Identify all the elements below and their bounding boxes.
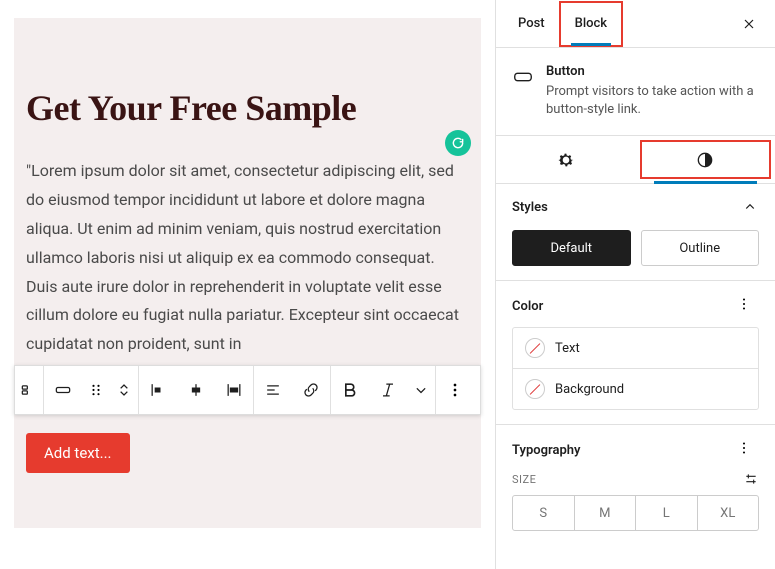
close-sidebar-icon[interactable] (731, 6, 767, 42)
style-default-button[interactable]: Default (512, 230, 631, 266)
panel-color-title: Color (512, 299, 543, 314)
subtab-settings[interactable] (496, 136, 636, 183)
size-xl[interactable]: XL (697, 496, 759, 530)
subtab-styles[interactable] (636, 136, 775, 183)
block-description-text: Prompt visitors to take action with a bu… (546, 83, 759, 119)
size-button-group: S M L XL (512, 495, 759, 531)
block-subtabs (496, 136, 775, 184)
block-toolbar (14, 365, 481, 415)
post-heading[interactable]: Get Your Free Sample (26, 88, 469, 129)
size-l[interactable]: L (635, 496, 697, 530)
sidebar-tabs: Post Block (496, 0, 775, 48)
bold-icon[interactable] (331, 366, 369, 414)
post-paragraph[interactable]: "Lorem ipsum dolor sit amet, consectetur… (26, 157, 469, 359)
button-block[interactable]: Add text... (26, 433, 130, 473)
move-arrows-icon[interactable] (110, 366, 138, 414)
size-m[interactable]: M (574, 496, 636, 530)
typography-options-icon[interactable] (735, 439, 759, 461)
align-left-icon[interactable] (139, 366, 177, 414)
grammarly-icon[interactable] (445, 130, 471, 156)
background-color-swatch (525, 379, 545, 399)
size-s[interactable]: S (513, 496, 574, 530)
editor-canvas-wrapper: Get Your Free Sample "Lorem ipsum dolor … (0, 0, 495, 569)
color-text-row[interactable]: Text (513, 328, 758, 368)
panel-styles-title: Styles (512, 200, 548, 215)
tab-post[interactable]: Post (504, 1, 559, 47)
settings-sidebar: Post Block Button Prompt visitors to tak… (495, 0, 775, 569)
link-icon[interactable] (292, 366, 330, 414)
block-type-icon[interactable] (44, 366, 82, 414)
panel-styles: Styles Default Outline (496, 184, 775, 281)
align-full-icon[interactable] (215, 366, 253, 414)
block-name: Button (546, 64, 759, 79)
panel-styles-toggle[interactable]: Styles (512, 198, 759, 216)
italic-icon[interactable] (369, 366, 407, 414)
tab-block[interactable]: Block (559, 1, 623, 47)
options-icon[interactable] (436, 366, 474, 414)
text-color-swatch (525, 338, 545, 358)
contrast-icon (695, 150, 715, 170)
style-outline-button[interactable]: Outline (641, 230, 760, 266)
align-center-icon[interactable] (177, 366, 215, 414)
parent-block-handle[interactable] (15, 366, 43, 414)
panel-typography-title: Typography (512, 443, 581, 458)
panel-typography: Typography SIZE S M L XL (496, 425, 775, 545)
drag-handle-icon[interactable] (82, 366, 110, 414)
text-align-icon[interactable] (254, 366, 292, 414)
chevron-up-icon (741, 198, 759, 216)
gear-icon (556, 150, 576, 170)
color-text-label: Text (555, 341, 580, 356)
button-block-icon (512, 66, 534, 88)
size-label: SIZE (512, 473, 536, 486)
more-formatting-icon[interactable] (407, 366, 435, 414)
panel-color: Color Text Background (496, 281, 775, 425)
color-background-label: Background (555, 382, 624, 397)
color-options-icon[interactable] (735, 295, 759, 317)
color-background-row[interactable]: Background (513, 368, 758, 409)
editor-canvas: Get Your Free Sample "Lorem ipsum dolor … (14, 18, 481, 528)
custom-size-icon[interactable] (743, 471, 759, 487)
block-description: Button Prompt visitors to take action wi… (496, 48, 775, 136)
